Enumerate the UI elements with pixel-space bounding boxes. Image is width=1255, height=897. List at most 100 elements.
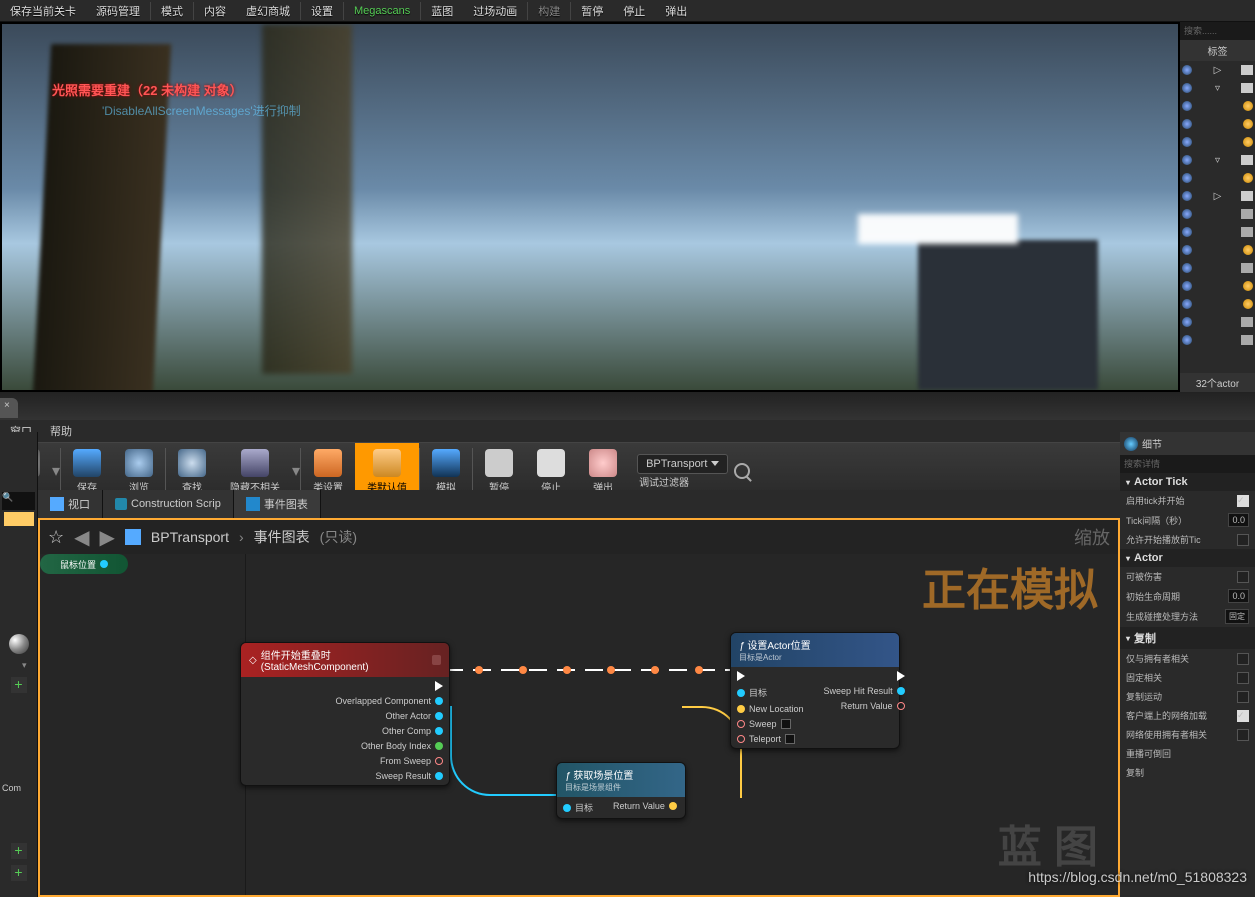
checkbox[interactable] bbox=[1237, 571, 1249, 583]
exec-in-pin[interactable] bbox=[737, 671, 804, 681]
category-actor[interactable]: Actor bbox=[1120, 549, 1255, 567]
bool-checkbox[interactable] bbox=[785, 734, 795, 744]
output-pin[interactable]: Other Actor bbox=[385, 711, 443, 721]
content-button[interactable]: 内容 bbox=[194, 3, 236, 19]
tab-viewport[interactable]: 视口 bbox=[38, 490, 103, 518]
output-pin[interactable]: From Sweep bbox=[380, 756, 443, 766]
visibility-icon[interactable] bbox=[1182, 209, 1192, 219]
visibility-icon[interactable] bbox=[1182, 101, 1192, 111]
outliner-row[interactable] bbox=[1180, 295, 1255, 313]
favorite-icon[interactable]: ☆ bbox=[48, 527, 64, 548]
node-begin-overlap[interactable]: 组件开始重叠时 (StaticMeshComponent) Overlapped… bbox=[240, 642, 450, 786]
cinematics-button[interactable]: 过场动画 bbox=[463, 3, 527, 19]
visibility-icon[interactable] bbox=[1182, 83, 1192, 93]
outliner-row[interactable] bbox=[1180, 97, 1255, 115]
category-actor-tick[interactable]: Actor Tick bbox=[1120, 473, 1255, 491]
visibility-icon[interactable] bbox=[1182, 335, 1192, 345]
stop-button[interactable]: 停止 bbox=[613, 3, 655, 19]
outliner-row[interactable] bbox=[1180, 115, 1255, 133]
outliner-row[interactable] bbox=[1180, 133, 1255, 151]
node-collapse-icon[interactable] bbox=[432, 655, 441, 665]
outliner-row[interactable] bbox=[1180, 223, 1255, 241]
output-pin[interactable]: Return Value bbox=[841, 701, 905, 711]
visibility-icon[interactable] bbox=[1182, 299, 1192, 309]
checkbox[interactable] bbox=[1237, 653, 1249, 665]
number-input[interactable]: 0.0 bbox=[1228, 513, 1249, 527]
add-component-button[interactable]: + bbox=[11, 677, 27, 693]
visibility-icon[interactable] bbox=[1182, 155, 1192, 165]
outliner-row[interactable] bbox=[1180, 277, 1255, 295]
node-get-world-location[interactable]: 获取场景位置目标是场景组件 目标 Return Value bbox=[556, 762, 686, 819]
output-pin[interactable]: Return Value bbox=[613, 801, 677, 811]
input-pin[interactable]: 目标 bbox=[563, 801, 593, 814]
outliner-search-input[interactable]: 搜索...... bbox=[1180, 22, 1255, 40]
component-search[interactable]: 🔍 bbox=[2, 492, 35, 510]
breadcrumb-graph[interactable]: 事件图表 bbox=[254, 527, 310, 547]
visibility-icon[interactable] bbox=[1182, 245, 1192, 255]
outliner-list[interactable]: ▷ ▿ ▿ ▷ bbox=[1180, 61, 1255, 373]
blueprint-button[interactable]: 蓝图 bbox=[421, 3, 463, 19]
nav-forward-button[interactable]: ▶ bbox=[100, 525, 115, 550]
megascans-button[interactable]: Megascans bbox=[344, 5, 420, 17]
pause-button[interactable]: 暂停 bbox=[571, 3, 613, 19]
checkbox[interactable]: ✓ bbox=[1237, 495, 1249, 507]
outliner-row[interactable] bbox=[1180, 331, 1255, 349]
dropdown[interactable]: 固定 bbox=[1225, 609, 1249, 624]
outliner-tag-header[interactable]: 标签 bbox=[1180, 40, 1255, 61]
outliner-row[interactable] bbox=[1180, 259, 1255, 277]
outliner-row[interactable]: ▷ bbox=[1180, 187, 1255, 205]
output-pin[interactable]: Sweep Result bbox=[375, 771, 443, 781]
exec-out-pin[interactable] bbox=[435, 681, 443, 691]
source-control-button[interactable]: 源码管理 bbox=[86, 3, 150, 19]
checkbox[interactable] bbox=[1237, 672, 1249, 684]
outliner-row[interactable] bbox=[1180, 241, 1255, 259]
visibility-icon[interactable] bbox=[1182, 227, 1192, 237]
eject-button[interactable]: 弹出 bbox=[655, 3, 697, 19]
level-viewport[interactable]: 光照需要重建（22 未构建 对象） 'DisableAllScreenMessa… bbox=[0, 22, 1180, 392]
node-header[interactable]: 组件开始重叠时 (StaticMeshComponent) bbox=[241, 643, 449, 677]
outliner-row[interactable] bbox=[1180, 169, 1255, 187]
build-button[interactable]: 构建 bbox=[528, 3, 570, 19]
input-pin[interactable]: New Location bbox=[737, 704, 804, 714]
checkbox[interactable] bbox=[1237, 729, 1249, 741]
search-icon[interactable] bbox=[734, 463, 750, 479]
category-replication[interactable]: 复制 bbox=[1120, 627, 1255, 649]
event-graph-canvas[interactable]: 正在模拟 蓝 图 组件开始重叠时 (StaticMeshComponent) O… bbox=[38, 554, 1120, 897]
visibility-icon[interactable] bbox=[1182, 281, 1192, 291]
visibility-icon[interactable] bbox=[1182, 137, 1192, 147]
output-pin[interactable]: Other Body Index bbox=[361, 741, 443, 751]
checkbox[interactable] bbox=[1237, 691, 1249, 703]
add-button[interactable]: + bbox=[11, 843, 27, 859]
details-search-input[interactable]: 搜索详情 bbox=[1120, 455, 1255, 473]
outliner-row[interactable] bbox=[1180, 313, 1255, 331]
help-menu[interactable]: 帮助 bbox=[50, 423, 72, 439]
breadcrumb-root[interactable]: BPTransport bbox=[151, 529, 229, 545]
visibility-icon[interactable] bbox=[1182, 65, 1192, 75]
tab-event-graph[interactable]: 事件图表 bbox=[234, 490, 321, 518]
visibility-icon[interactable] bbox=[1182, 119, 1192, 129]
input-pin[interactable]: Sweep bbox=[737, 719, 804, 729]
visibility-icon[interactable] bbox=[1182, 191, 1192, 201]
node-variable-mouse-position[interactable]: 鼠标位置 bbox=[40, 554, 128, 574]
nav-back-button[interactable]: ◀ bbox=[74, 525, 89, 550]
marketplace-button[interactable]: 虚幻商城 bbox=[236, 3, 300, 19]
node-header[interactable]: 设置Actor位置目标是Actor bbox=[731, 633, 899, 667]
input-pin[interactable]: 目标 bbox=[737, 686, 804, 699]
tab-construction-script[interactable]: Construction Scrip bbox=[103, 490, 234, 518]
output-pin[interactable]: Overlapped Component bbox=[335, 696, 443, 706]
visibility-icon[interactable] bbox=[1182, 317, 1192, 327]
exec-out-pin[interactable] bbox=[897, 671, 905, 681]
checkbox[interactable] bbox=[1237, 534, 1249, 546]
component-item[interactable] bbox=[4, 512, 34, 526]
outliner-row[interactable]: ▿ bbox=[1180, 79, 1255, 97]
tab-close-button[interactable] bbox=[0, 398, 18, 418]
save-level-button[interactable]: 保存当前关卡 bbox=[0, 3, 86, 19]
bool-checkbox[interactable] bbox=[781, 719, 791, 729]
input-pin[interactable]: Teleport bbox=[737, 734, 804, 744]
settings-button[interactable]: 设置 bbox=[301, 3, 343, 19]
node-header[interactable]: 获取场景位置目标是场景组件 bbox=[557, 763, 685, 797]
visibility-icon[interactable] bbox=[1182, 173, 1192, 183]
modes-button[interactable]: 模式 bbox=[151, 3, 193, 19]
outliner-row[interactable] bbox=[1180, 205, 1255, 223]
output-pin[interactable]: Other Comp bbox=[382, 726, 443, 736]
